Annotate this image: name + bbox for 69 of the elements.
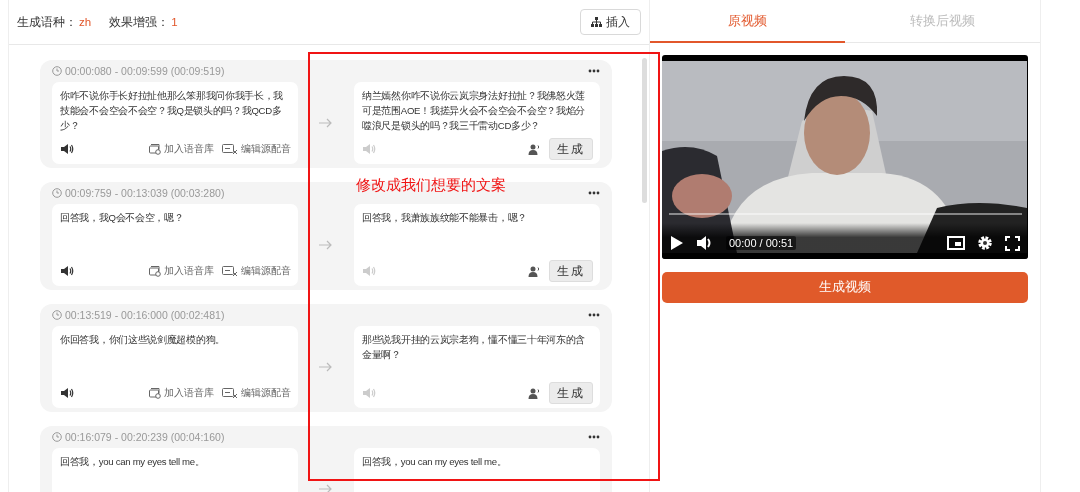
clock-icon xyxy=(52,188,62,198)
library-icon xyxy=(149,265,161,277)
settings-icon[interactable] xyxy=(977,235,993,251)
source-text-box[interactable]: 你回答我，你们这些说剑魔超模的狗。 加入语音库 编辑源配音 xyxy=(52,326,298,408)
video-player[interactable]: 00:00 / 00:51 xyxy=(662,55,1028,259)
more-icon[interactable] xyxy=(588,191,600,195)
language-label: 生成语种： xyxy=(17,14,77,30)
speaker-icon[interactable] xyxy=(60,143,74,155)
target-text-box[interactable]: 回答我，you can my eyes tell me。 xyxy=(354,448,600,492)
library-icon xyxy=(149,387,161,399)
add-to-library-button[interactable]: 加入语音库 xyxy=(149,386,214,400)
speaker-icon[interactable] xyxy=(60,265,74,277)
source-text: 回答我，我Q会不会空，嗯？ xyxy=(60,211,185,225)
time-range: 00:00:080 - 00:09:599 (00:09:519) xyxy=(52,65,225,77)
target-text: 那些说我开挂的云岚宗老狗，懂不懂三十年河东的含金量啊？ xyxy=(362,333,587,362)
more-icon[interactable] xyxy=(588,435,600,439)
nodes-icon xyxy=(591,17,602,27)
arrow-icon xyxy=(319,240,333,250)
speaker-icon[interactable] xyxy=(60,387,74,399)
library-icon xyxy=(149,143,161,155)
time-range: 00:13:519 - 00:16:000 (00:02:481) xyxy=(52,309,225,321)
language-value: zh xyxy=(79,16,92,28)
voice-person-icon[interactable] xyxy=(528,143,541,155)
generate-button[interactable]: 生成 xyxy=(549,260,593,282)
generate-button[interactable]: 生成 xyxy=(549,138,593,160)
arrow-icon xyxy=(319,484,333,492)
target-text: 回答我，you can my eyes tell me。 xyxy=(362,455,508,469)
target-text: 纳兰嫣然你咋不说你云岚宗身法好拉扯？我佛怒火莲可是范围AOE！我搓异火会不会空会不会空？我焰分噬浪尺是锁头的吗？我三千雷动CD多少？ xyxy=(362,89,587,133)
edit-dub-button[interactable]: 编辑源配音 xyxy=(222,264,291,278)
voice-person-icon[interactable] xyxy=(528,265,541,277)
generate-video-button[interactable]: 生成视频 xyxy=(662,272,1028,303)
play-icon[interactable] xyxy=(670,235,684,251)
edit-dub-button[interactable]: 编辑源配音 xyxy=(222,142,291,156)
target-text-box[interactable]: 回答我，我萧族族纹能不能暴击，嗯？ 生成 xyxy=(354,204,600,286)
tab[interactable]: 原视频 xyxy=(650,0,845,43)
edit-video-icon xyxy=(222,387,238,399)
add-to-library-button[interactable]: 加入语音库 xyxy=(149,264,214,278)
source-text: 你咋不说你手长好拉扯他那么笨那我问你我手长，我技能会不会空会不会空？我Q是锁头的吗？我QCD多少？ xyxy=(60,89,285,133)
clock-icon xyxy=(52,432,62,442)
source-text-box[interactable]: 你咋不说你手长好拉扯他那么笨那我问你我手长，我技能会不会空会不会空？我Q是锁头的吗？我QCD多少？ 加入语音库 编辑源配音 xyxy=(52,82,298,164)
clock-icon xyxy=(52,310,62,320)
arrow-icon xyxy=(319,118,333,128)
arrow-icon xyxy=(319,362,333,372)
enhance-value: 1 xyxy=(171,16,178,28)
video-time: 00:00 / 00:51 xyxy=(726,236,797,250)
edit-video-icon xyxy=(222,143,238,155)
insert-button[interactable]: 插入 xyxy=(580,9,641,35)
more-icon[interactable] xyxy=(588,313,600,317)
add-to-library-button[interactable]: 加入语音库 xyxy=(149,142,214,156)
voice-person-icon[interactable] xyxy=(528,387,541,399)
source-text: 你回答我，你们这些说剑魔超模的狗。 xyxy=(60,333,226,347)
time-range: 00:16:079 - 00:20:239 (00:04:160) xyxy=(52,431,225,443)
target-text: 回答我，我萧族族纹能不能暴击，嗯？ xyxy=(362,211,528,225)
enhance-label: 效果增强： xyxy=(109,14,170,30)
fullscreen-icon[interactable] xyxy=(1005,235,1020,251)
target-text-box[interactable]: 那些说我开挂的云岚宗老狗，懂不懂三十年河东的含金量啊？ 生成 xyxy=(354,326,600,408)
generate-button[interactable]: 生成 xyxy=(549,382,593,404)
scrollbar-thumb[interactable] xyxy=(642,58,647,203)
picture-in-picture-icon[interactable] xyxy=(947,236,965,250)
more-icon[interactable] xyxy=(588,69,600,73)
edit-dub-button[interactable]: 编辑源配音 xyxy=(222,386,291,400)
time-range: 00:09:759 - 00:13:039 (00:03:280) xyxy=(52,187,225,199)
target-text-box[interactable]: 纳兰嫣然你咋不说你云岚宗身法好拉扯？我佛怒火莲可是范围AOE！我搓异火会不会空会不会空？我焰分噬浪尺是锁头的吗？我三千雷动CD多少？ 生成 xyxy=(354,82,600,164)
source-text-box[interactable]: 回答我，我Q会不会空，嗯？ 加入语音库 编辑源配音 xyxy=(52,204,298,286)
edit-video-icon xyxy=(222,265,238,277)
source-text-box[interactable]: 回答我，you can my eyes tell me。 xyxy=(52,448,298,492)
annotation-text: 修改成我们想要的文案 xyxy=(356,176,506,195)
source-text: 回答我，you can my eyes tell me。 xyxy=(60,455,206,469)
clock-icon xyxy=(52,66,62,76)
